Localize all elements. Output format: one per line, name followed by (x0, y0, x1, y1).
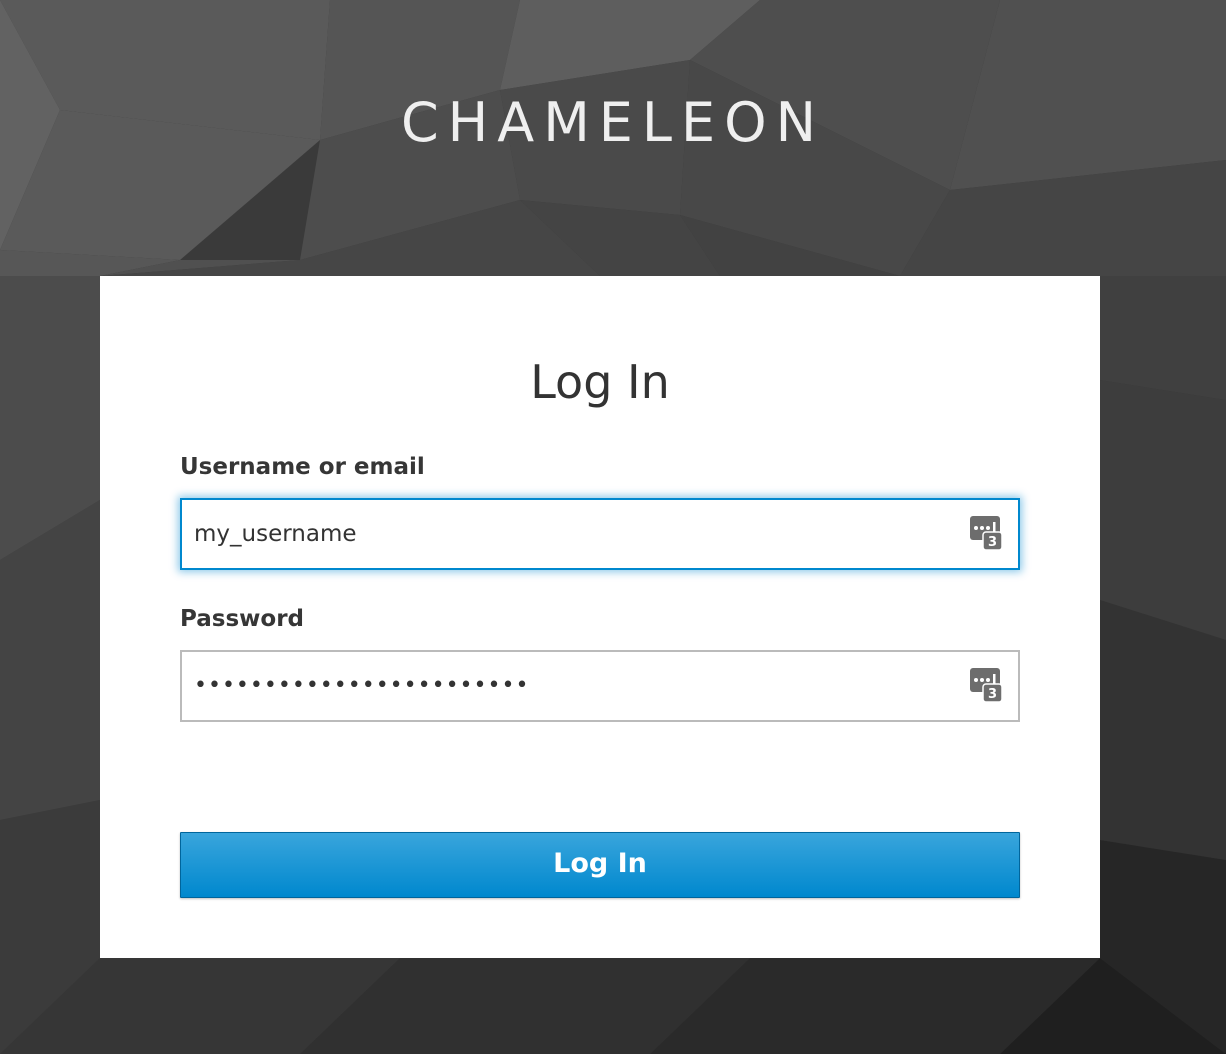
login-button[interactable]: Log In (180, 832, 1020, 898)
password-input[interactable]: •••••••••••••••••••••••• 3 (180, 650, 1020, 722)
password-manager-badge: 3 (988, 535, 997, 550)
username-value[interactable]: my_username (194, 500, 357, 568)
password-label: Password (180, 606, 304, 632)
password-manager-icon[interactable]: 3 (970, 668, 1002, 702)
username-input[interactable]: my_username 3 (180, 498, 1020, 570)
password-value[interactable]: •••••••••••••••••••••••• (194, 652, 529, 720)
login-card: Log In Username or email my_username 3 P… (100, 276, 1100, 958)
page-title: Log In (530, 355, 670, 409)
password-manager-icon[interactable]: 3 (970, 516, 1002, 550)
password-manager-badge: 3 (988, 687, 997, 702)
username-label: Username or email (180, 454, 425, 480)
brand-title: CHAMELEON (400, 91, 826, 154)
login-page: CHAMELEON Log In Username or email my_us… (0, 0, 1226, 1054)
